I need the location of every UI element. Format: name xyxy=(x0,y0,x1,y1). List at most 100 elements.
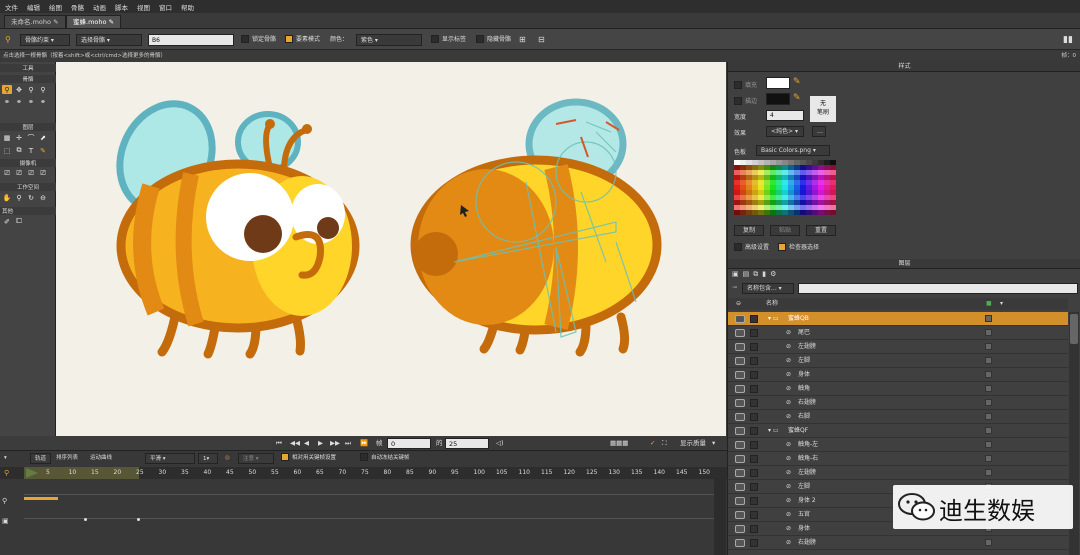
vector-layer-icon[interactable]: ⊘ xyxy=(786,326,791,340)
group-expand-icon[interactable]: ▾ ▭ xyxy=(768,424,779,438)
visibility-eye-icon[interactable] xyxy=(735,497,745,505)
color-swatch-grid[interactable] xyxy=(734,160,836,215)
layer-lock-checkbox[interactable] xyxy=(750,371,758,379)
menu-file[interactable]: 文件 xyxy=(5,2,18,12)
keyframe-lock-icon[interactable]: ⚲ xyxy=(4,469,9,477)
vector-layer-icon[interactable]: ⊘ xyxy=(786,494,791,508)
visibility-eye-icon[interactable] xyxy=(735,343,745,351)
layer-lock-checkbox[interactable] xyxy=(750,455,758,463)
visibility-eye-icon[interactable] xyxy=(735,469,745,477)
zoom-camera-icon[interactable]: ⎚ xyxy=(14,169,24,178)
layer-row[interactable]: ⊘ 触角-左 xyxy=(728,438,1068,452)
bone-flip-icon[interactable]: ⊞ xyxy=(519,34,526,46)
interpolation-count-dropdown[interactable]: 1▾ xyxy=(198,453,218,464)
frame-input[interactable]: 0 xyxy=(387,438,431,449)
visibility-eye-icon[interactable] xyxy=(735,385,745,393)
advanced-checkbox[interactable]: 高级设置 xyxy=(734,242,769,252)
vector-layer-icon[interactable]: ⊘ xyxy=(786,508,791,522)
visibility-eye-icon[interactable] xyxy=(735,525,745,533)
timeline-scrollbar[interactable] xyxy=(714,479,726,555)
filter-input[interactable] xyxy=(798,283,1078,294)
menu-help[interactable]: 帮助 xyxy=(181,2,194,12)
layer-color-box[interactable] xyxy=(985,539,992,546)
total-frames-input[interactable]: 25 xyxy=(445,438,489,449)
vector-layer-icon[interactable]: ⊘ xyxy=(786,396,791,410)
go-end-icon[interactable]: ⏩ xyxy=(360,437,368,450)
close-icon[interactable]: ✎ xyxy=(53,18,58,26)
safe-frame-icon[interactable]: ⛶ xyxy=(662,437,667,450)
tab-channels[interactable]: 轨道 xyxy=(30,453,52,464)
vector-layer-icon[interactable]: ⊘ xyxy=(786,466,791,480)
step-back-icon[interactable]: ◀◀ xyxy=(290,437,300,450)
zoom-icon[interactable]: ⚲ xyxy=(14,193,24,202)
show-label-checkbox[interactable]: 显示标签 xyxy=(431,34,466,46)
swatches-dropdown[interactable]: Basic Colors.png ▾ xyxy=(756,145,830,156)
layer-lock-checkbox[interactable] xyxy=(750,413,758,421)
audio-icon[interactable]: ◁) xyxy=(496,437,504,450)
manipulate-bones-icon[interactable]: ⚭ xyxy=(38,97,48,106)
rotate-workspace-icon[interactable]: ↻ xyxy=(26,193,36,202)
reparent-bone-icon[interactable]: ⚲ xyxy=(38,85,48,94)
onion-skin-icon[interactable]: ✓ xyxy=(650,437,655,450)
translate-layer-icon[interactable]: ✛ xyxy=(14,133,24,142)
rewind-icon[interactable]: ⏮ xyxy=(276,437,282,450)
layer-lock-checkbox[interactable] xyxy=(750,497,758,505)
paste-button[interactable]: 粘贴 xyxy=(770,225,800,236)
layer-row[interactable]: ⊘ 右翅膀 xyxy=(728,396,1068,410)
new-layer-icon[interactable]: ▣ xyxy=(732,270,739,279)
eyedropper-icon[interactable]: ✐ xyxy=(2,217,12,226)
menu-view[interactable]: 视图 xyxy=(137,2,150,12)
tab-bee[interactable]: 蜜蜂.moho ✎ xyxy=(66,15,122,28)
menu-draw[interactable]: 绘图 xyxy=(49,2,62,12)
copy-button[interactable]: 复制 xyxy=(734,225,764,236)
ease-dropdown[interactable]: 注意 ▾ xyxy=(238,453,274,464)
effect-dropdown[interactable]: <纯色> ▾ xyxy=(766,126,804,137)
timeline-ruler[interactable]: 5 10 15 20 25 30 35 40 45 50 55 60 65 70 75 80 85 90 95 100… xyxy=(0,467,727,479)
layer-color-box[interactable] xyxy=(985,399,992,406)
duplicate-icon[interactable]: ⧉ xyxy=(753,270,758,279)
vector-layer-icon[interactable]: ⊘ xyxy=(786,522,791,536)
group-expand-icon[interactable]: ▾ ▭ xyxy=(768,312,779,326)
folder-icon[interactable]: ▤ xyxy=(743,270,750,279)
layer-lock-checkbox[interactable] xyxy=(750,483,758,491)
scale-layer-icon[interactable]: ⌒ xyxy=(26,133,36,142)
layer-lock-checkbox[interactable] xyxy=(750,343,758,351)
visibility-eye-icon[interactable] xyxy=(735,315,745,323)
width-input[interactable]: 4 xyxy=(766,110,804,121)
stroke-row[interactable]: 描边 xyxy=(734,96,757,106)
auto-freeze-checkbox[interactable]: 自动冻结关键帧 xyxy=(360,452,410,464)
layer-lock-checkbox[interactable] xyxy=(750,427,758,435)
layer-row[interactable]: ⊘ 触角 xyxy=(728,382,1068,396)
vector-layer-icon[interactable]: ⊘ xyxy=(786,480,791,494)
layer-color-box[interactable] xyxy=(985,413,992,420)
add-bone-icon[interactable]: ⚲ xyxy=(26,85,36,94)
layer-row[interactable]: ⊘ 左脚 xyxy=(728,354,1068,368)
layer-row[interactable]: ⊘ 右脚 xyxy=(728,410,1068,424)
keyframe-span[interactable] xyxy=(24,497,58,500)
panel-toggle-icon[interactable]: ▮▮ xyxy=(1063,34,1073,46)
visibility-eye-icon[interactable] xyxy=(735,427,745,435)
layer-row[interactable]: ⊘ 左翅膀 xyxy=(728,340,1068,354)
layer-lock-checkbox[interactable] xyxy=(750,329,758,337)
visibility-eye-icon[interactable] xyxy=(735,441,745,449)
layer-color-box[interactable] xyxy=(985,455,992,462)
layer-color-box[interactable] xyxy=(985,441,992,448)
tab-untitled[interactable]: 未命名.moho ✎ xyxy=(4,15,66,28)
pan-tilt-camera-icon[interactable]: ⎚ xyxy=(38,169,48,178)
mode-dropdown[interactable]: 骨骼约束 ▾ xyxy=(20,34,70,46)
rotate-layer-icon[interactable]: ⬈ xyxy=(38,133,48,142)
vector-layer-icon[interactable]: ⊘ xyxy=(786,410,791,424)
roll-camera-icon[interactable]: ⎚ xyxy=(26,169,36,178)
tab-sequencer[interactable]: 排序列表 xyxy=(56,453,78,464)
track-camera-icon[interactable]: ⎚ xyxy=(2,169,12,178)
layer-lock-checkbox[interactable] xyxy=(750,315,758,323)
keyframe-dot[interactable] xyxy=(84,518,87,521)
bind-points-icon[interactable]: ⚭ xyxy=(14,97,24,106)
layer-row[interactable]: ⊘ 触角-右 xyxy=(728,452,1068,466)
bind-layer-icon[interactable]: ⚭ xyxy=(2,97,12,106)
layer-lock-checkbox[interactable] xyxy=(750,385,758,393)
select-bone-tool-icon[interactable]: ⚲ xyxy=(2,85,12,94)
menu-bone[interactable]: 骨骼 xyxy=(71,2,84,12)
visibility-eye-icon[interactable] xyxy=(735,413,745,421)
layer-color-box[interactable] xyxy=(985,427,992,434)
